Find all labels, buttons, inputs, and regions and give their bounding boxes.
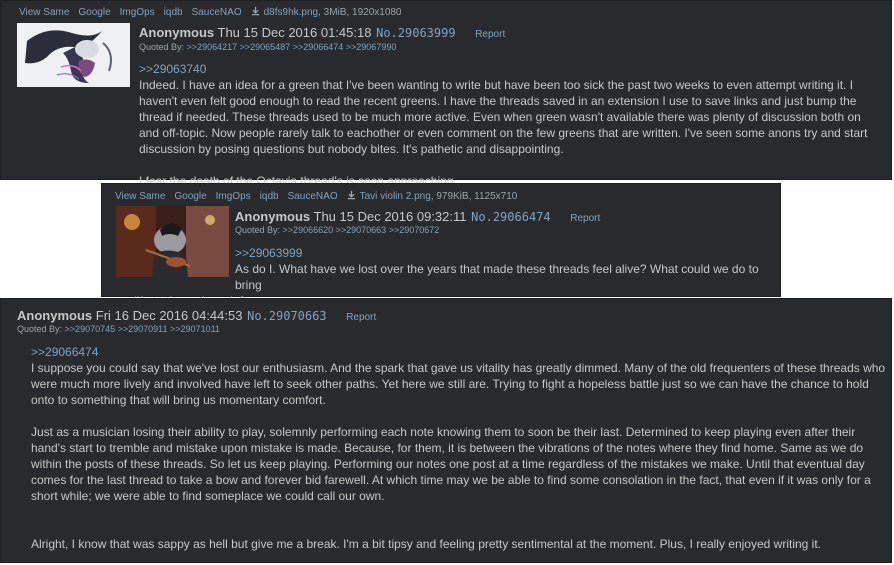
message-paragraph: Indeed. I have an idea for a green that …: [139, 78, 868, 156]
download-icon[interactable]: [347, 191, 356, 202]
backlink[interactable]: >>29065487: [240, 42, 291, 52]
poster-name: Anonymous: [139, 25, 215, 40]
post-29066474: View Same Google ImgOps iqdb SauceNAO Tavi vi…: [101, 183, 781, 308]
backlink[interactable]: >>29071011: [170, 324, 220, 334]
backlink[interactable]: >>29064217: [187, 42, 238, 52]
post-header: Anonymous Fri 16 Dec 2016 04:44:53 No.29…: [17, 308, 376, 323]
file-info-bar: View Same Google ImgOps iqdb SauceNAO Tavi vi…: [115, 191, 517, 202]
post-message: >>29063740 Indeed. I have an idea for a …: [139, 61, 884, 189]
poster-name: Anonymous: [235, 209, 311, 224]
quoted-by-label: Quoted By:: [139, 42, 185, 52]
message-paragraph: Alright, I know that was sappy as hell b…: [31, 537, 822, 551]
saucenao-link[interactable]: SauceNAO: [288, 191, 338, 202]
backlink[interactable]: >>29066474: [293, 42, 344, 52]
backlink[interactable]: >>29070911: [118, 324, 168, 334]
google-link[interactable]: Google: [78, 7, 110, 18]
post-message: >>29066474 I suppose you could say that …: [31, 344, 889, 552]
imgops-link[interactable]: ImgOps: [120, 7, 155, 18]
file-info-bar: View Same Google ImgOps iqdb SauceNAO d8fs9hk…: [19, 7, 402, 18]
post-date: Thu 15 Dec 2016 09:32:11: [313, 209, 467, 224]
imgops-link[interactable]: ImgOps: [216, 191, 251, 202]
backlink[interactable]: >>29070745: [65, 324, 116, 334]
backlink[interactable]: >>29066620: [283, 225, 334, 235]
message-paragraph: Just as a musician losing their ability …: [31, 425, 871, 503]
backlink[interactable]: >>29070672: [389, 225, 440, 235]
backlink[interactable]: >>29070663: [336, 225, 387, 235]
view-same-link[interactable]: View Same: [115, 191, 165, 202]
quoted-by-label: Quoted By:: [235, 225, 281, 235]
post-date: Thu 15 Dec 2016 01:45:18: [217, 25, 372, 40]
file-meta: , 3MiB, 1920x1080: [318, 7, 402, 18]
quote-link[interactable]: >>29063740: [139, 61, 884, 77]
quoted-by: Quoted By: >>29064217 >>29065487 >>29066…: [139, 42, 396, 52]
post-29070663: Anonymous Fri 16 Dec 2016 04:44:53 No.29…: [0, 298, 892, 563]
post-header: Anonymous Thu 15 Dec 2016 09:32:11 No.29…: [235, 209, 600, 224]
post-header: Anonymous Thu 15 Dec 2016 01:45:18 No.29…: [139, 25, 505, 40]
message-paragraph: I suppose you could say that we've lost …: [31, 361, 886, 407]
file-name-link[interactable]: Tavi violin 2.png: [360, 191, 431, 202]
quoted-by: Quoted By: >>29070745 >>29070911 >>29071…: [17, 324, 220, 334]
report-link[interactable]: Report: [570, 213, 600, 224]
google-link[interactable]: Google: [174, 191, 206, 202]
post-date: Fri 16 Dec 2016 04:44:53: [95, 308, 243, 323]
iqdb-link[interactable]: iqdb: [164, 7, 183, 18]
report-link[interactable]: Report: [346, 312, 376, 323]
download-icon[interactable]: [251, 7, 260, 18]
backlink[interactable]: >>29067990: [346, 42, 397, 52]
view-same-link[interactable]: View Same: [19, 7, 69, 18]
quoted-by: Quoted By: >>29066620 >>29070663 >>29070…: [235, 225, 439, 235]
file-meta: , 979KiB, 1125x710: [430, 191, 518, 202]
post-thumbnail[interactable]: [17, 23, 130, 87]
quoted-by-label: Quoted By:: [17, 324, 63, 334]
poster-name: Anonymous: [17, 308, 93, 323]
post-number-link[interactable]: No.29063999: [376, 26, 455, 40]
file-name-link[interactable]: d8fs9hk.png: [264, 7, 319, 18]
quote-link[interactable]: >>29063999: [235, 245, 780, 261]
quote-link[interactable]: >>29066474: [31, 344, 889, 360]
report-link[interactable]: Report: [475, 29, 505, 40]
saucenao-link[interactable]: SauceNAO: [192, 7, 242, 18]
post-number-link[interactable]: No.29070663: [247, 309, 326, 323]
post-thumbnail[interactable]: [116, 206, 229, 277]
post-number-link[interactable]: No.29066474: [471, 210, 550, 224]
post-29063999: View Same Google ImgOps iqdb SauceNAO d8fs9hk…: [0, 0, 892, 188]
message-paragraph: As do I. What have we lost over the year…: [235, 262, 759, 292]
iqdb-link[interactable]: iqdb: [260, 191, 279, 202]
